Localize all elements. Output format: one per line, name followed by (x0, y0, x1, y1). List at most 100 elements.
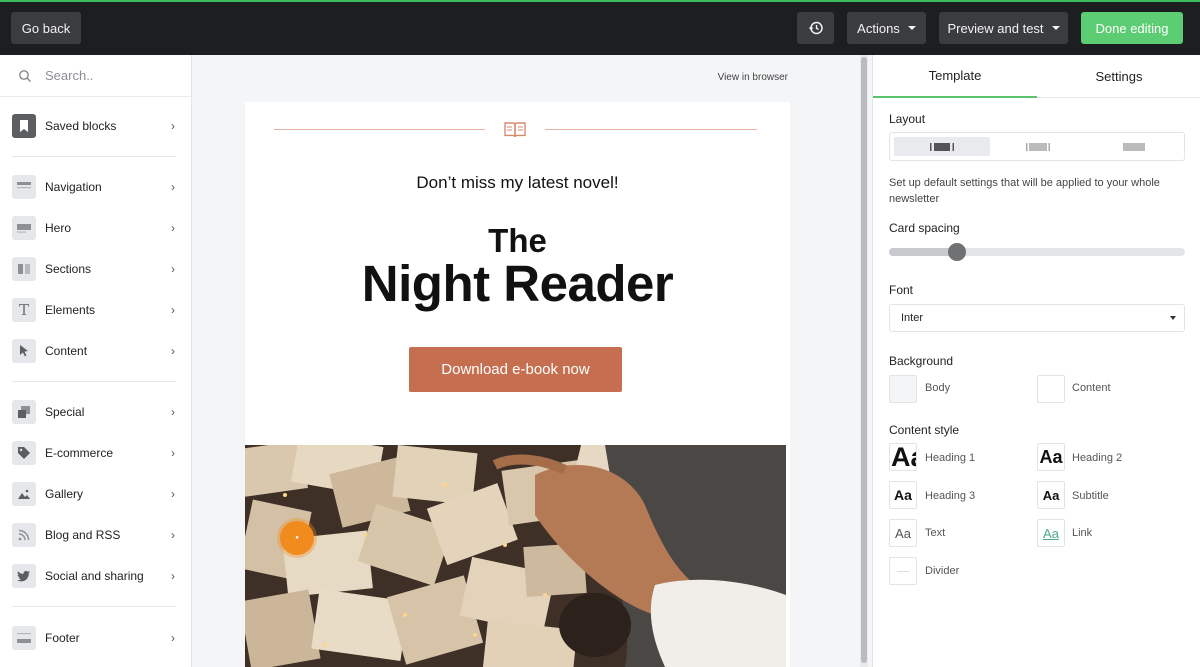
tab-template[interactable]: Template (873, 55, 1037, 98)
email-title-line-2: Night Reader (361, 255, 674, 312)
go-back-button[interactable]: Go back (11, 12, 81, 44)
font-heading: Font (889, 283, 914, 297)
history-button[interactable] (797, 12, 834, 44)
layout-selector (889, 132, 1185, 161)
sidebar-item-footer[interactable]: Footer › (0, 621, 191, 655)
sidebar-item-content[interactable]: Content › (0, 334, 191, 368)
canvas-scrollbar[interactable] (860, 55, 868, 667)
view-in-browser-link[interactable]: View in browser (718, 72, 788, 83)
sidebar-item-navigation[interactable]: Navigation › (0, 170, 191, 204)
sidebar-item-blog-and-rss[interactable]: Blog and RSS › (0, 518, 191, 552)
sidebar-item-label: Elements (45, 303, 96, 317)
hero-photo (245, 445, 786, 667)
content-color-label: Content (1072, 382, 1111, 394)
chevron-right-icon: › (171, 487, 175, 501)
email-canvas: View in browser Don’t miss my latest nov… (192, 55, 872, 667)
settings-panel: Template Settings Layout Set up default … (872, 55, 1200, 667)
sidebar-item-elements[interactable]: T Elements › (0, 293, 191, 327)
heading-2-style-swatch[interactable]: Aa (1037, 443, 1065, 471)
history-icon (808, 21, 823, 35)
panel-tabs: Template Settings (873, 55, 1200, 98)
chevron-right-icon: › (171, 446, 175, 460)
heading-3-style-swatch[interactable]: Aa (889, 481, 917, 509)
chevron-right-icon: › (171, 528, 175, 542)
tab-settings[interactable]: Settings (1037, 55, 1200, 98)
chevron-right-icon: › (171, 344, 175, 358)
sidebar-item-saved-blocks[interactable]: Saved blocks › (0, 109, 191, 143)
card-spacing-slider[interactable] (889, 243, 1185, 261)
scrollbar-thumb[interactable] (861, 57, 867, 663)
style-sample: Aa (1043, 525, 1059, 541)
style-sample: Aa (1039, 446, 1063, 467)
heading-2-style-label: Heading 2 (1072, 452, 1123, 464)
go-back-label: Go back (21, 20, 71, 36)
tag-icon (12, 441, 36, 465)
divider-style-swatch[interactable] (889, 557, 917, 585)
caret-down-icon (907, 26, 916, 30)
columns-icon (12, 257, 36, 281)
card-spacing-heading: Card spacing (889, 221, 960, 235)
done-editing-button[interactable]: Done editing (1081, 12, 1183, 44)
sidebar-item-e-commerce[interactable]: E-commerce › (0, 436, 191, 470)
layout-option-narrow[interactable] (894, 137, 990, 156)
chevron-right-icon: › (171, 405, 175, 419)
download-ebook-button[interactable]: Download e-book now (409, 347, 622, 392)
style-sample: Aa (894, 487, 912, 503)
sidebar-item-label: Social and sharing (45, 569, 144, 583)
sidebar-item-label: Saved blocks (45, 119, 117, 133)
divider (12, 156, 176, 157)
chevron-right-icon: › (171, 262, 175, 276)
chevron-right-icon: › (171, 180, 175, 194)
link-style-swatch[interactable]: Aa (1037, 519, 1065, 547)
font-select[interactable]: Inter (889, 304, 1185, 332)
search-bar[interactable]: Search.. (0, 55, 191, 97)
sidebar-item-label: Gallery (45, 487, 84, 501)
sidebar-item-gallery[interactable]: Gallery › (0, 477, 191, 511)
text-style-swatch[interactable]: Aa (889, 519, 917, 547)
heading-1-style-swatch[interactable]: Aa (889, 443, 917, 471)
text-t-icon: T (12, 298, 36, 322)
search-input[interactable]: Search.. (45, 68, 93, 83)
bookmark-icon (12, 114, 36, 138)
slider-handle[interactable] (948, 243, 966, 261)
blocks-sidebar: Search.. Saved blocks › Navigation › Her… (0, 55, 192, 667)
text-style-label: Text (925, 527, 946, 539)
sidebar-item-label: Sections (45, 262, 92, 276)
background-heading: Background (889, 354, 954, 368)
search-icon (19, 69, 31, 82)
style-sample: Aa (891, 443, 916, 471)
hero-block-icon (12, 216, 36, 240)
preview-and-test-dropdown[interactable]: Preview and test (939, 12, 1068, 44)
layout-option-wide[interactable] (1086, 137, 1182, 156)
sidebar-item-hero[interactable]: Hero › (0, 211, 191, 245)
sidebar-item-label: Content (45, 344, 88, 358)
email-preview[interactable]: Don’t miss my latest novel! The Night Re… (245, 102, 790, 667)
top-toolbar: Go back Actions Preview and test Done ed… (0, 0, 1200, 55)
divider (12, 381, 176, 382)
sidebar-item-label: Special (45, 405, 85, 419)
content-color-swatch[interactable] (1037, 375, 1065, 403)
sidebar-item-label: E-commerce (45, 446, 114, 460)
sidebar-item-social-and-sharing[interactable]: Social and sharing › (0, 559, 191, 593)
layout-narrow-icon (930, 142, 954, 151)
cursor-icon (12, 339, 36, 363)
rss-icon (12, 523, 36, 547)
link-style-label: Link (1072, 527, 1093, 539)
sidebar-item-label: Hero (45, 221, 72, 235)
divider-style-label: Divider (925, 565, 960, 577)
subtitle-style-swatch[interactable]: Aa (1037, 481, 1065, 509)
sidebar-item-special[interactable]: Special › (0, 395, 191, 429)
layers-icon (12, 400, 36, 424)
content-style-heading: Content style (889, 423, 960, 437)
sidebar-item-sections[interactable]: Sections › (0, 252, 191, 286)
body-color-swatch[interactable] (889, 375, 917, 403)
divider-sample (897, 570, 909, 572)
actions-dropdown[interactable]: Actions (847, 12, 926, 44)
layout-option-medium[interactable] (990, 137, 1086, 156)
body-color-label: Body (925, 382, 951, 394)
caret-down-icon (1051, 26, 1060, 30)
navigation-block-icon (12, 175, 36, 199)
layout-medium-icon (1026, 142, 1050, 151)
open-book-icon (504, 122, 526, 138)
chevron-right-icon: › (171, 631, 175, 645)
